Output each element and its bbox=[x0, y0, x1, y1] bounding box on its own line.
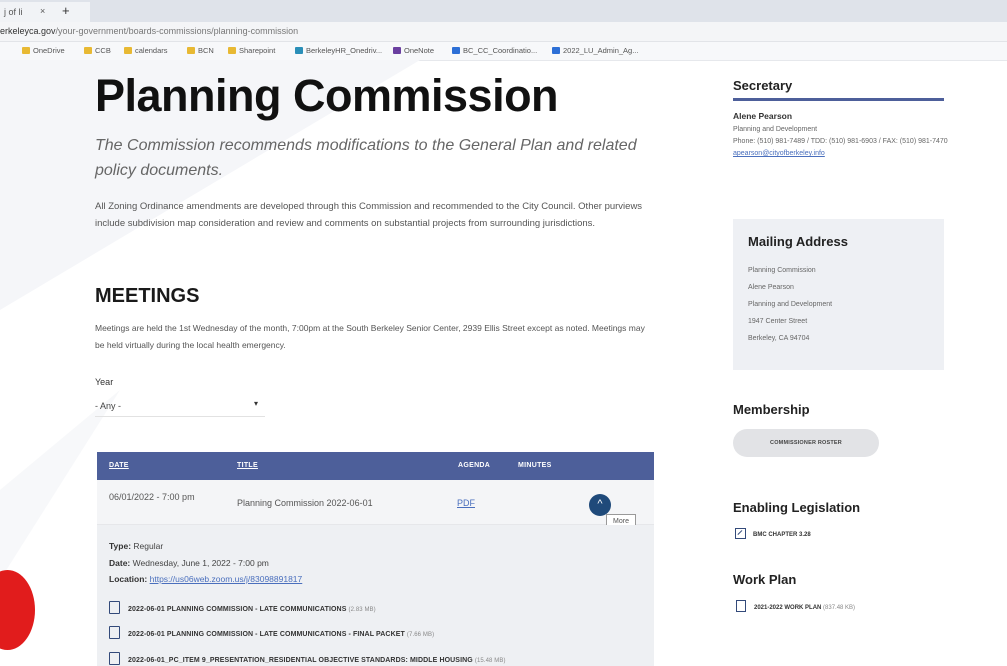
meeting-title: Planning Commission 2022-06-01 bbox=[237, 498, 373, 508]
sharepoint-icon bbox=[552, 47, 560, 54]
folder-icon bbox=[187, 47, 195, 54]
page-subtitle: The Commission recommends modifications … bbox=[95, 137, 637, 179]
zoom-link[interactable]: https://us06web.zoom.us/j/83098891817 bbox=[150, 574, 303, 584]
bookmark-onedrive[interactable]: OneDrive bbox=[22, 46, 65, 55]
external-link-icon bbox=[735, 528, 746, 539]
meetings-heading: MEETINGS bbox=[95, 285, 200, 307]
chevron-up-icon[interactable]: ^ bbox=[589, 494, 611, 516]
secretary-heading: Secretary bbox=[733, 78, 793, 93]
document-link[interactable]: 2022-06-01 PLANNING COMMISSION - LATE CO… bbox=[109, 601, 376, 614]
close-tab-icon[interactable]: × bbox=[40, 6, 45, 16]
work-plan-link[interactable]: 2021-2022 WORK PLAN (837.48 KB) bbox=[736, 600, 855, 612]
secretary-email-link[interactable]: apearson@cityofberkeley.info bbox=[733, 150, 825, 157]
column-title-header[interactable]: TITLE bbox=[237, 462, 258, 469]
new-tab-icon[interactable]: + bbox=[62, 3, 70, 18]
bookmark-calendars[interactable]: calendars bbox=[124, 46, 168, 55]
document-icon bbox=[109, 652, 120, 665]
document-link[interactable]: 2022-06-01 PLANNING COMMISSION - LATE CO… bbox=[109, 626, 434, 639]
bookmark-lu-admin[interactable]: 2022_LU_Admin_Ag... bbox=[552, 46, 638, 55]
membership-heading: Membership bbox=[733, 402, 810, 417]
bookmark-bc-cc[interactable]: BC_CC_Coordinatio... bbox=[452, 46, 537, 55]
bookmark-sharepoint[interactable]: Sharepoint bbox=[228, 46, 275, 55]
browser-tab-label: j of li bbox=[4, 7, 23, 17]
bookmark-berkeleyhr[interactable]: BerkeleyHR_Onedriv... bbox=[295, 46, 382, 55]
document-icon bbox=[109, 601, 120, 614]
bmc-chapter-link[interactable]: BMC CHAPTER 3.28 bbox=[735, 528, 811, 539]
secretary-name: Alene Pearson bbox=[733, 111, 793, 121]
meeting-type: Type: Regular bbox=[109, 541, 164, 551]
enabling-legislation-heading: Enabling Legislation bbox=[733, 500, 861, 515]
browser-tab-strip: j of li × + bbox=[0, 0, 1007, 22]
commissioner-roster-button[interactable]: COMMISSIONER ROSTER bbox=[733, 429, 879, 457]
secretary-phone: Phone: (510) 981-7489 / TDD: (510) 981-6… bbox=[733, 138, 948, 145]
secretary-dept: Planning and Development bbox=[733, 126, 818, 133]
onenote-icon bbox=[393, 47, 401, 54]
browser-tab[interactable]: j of li × + bbox=[0, 2, 90, 22]
document-icon bbox=[736, 600, 746, 612]
secretary-contact: Alene Pearson Planning and Development P… bbox=[733, 110, 948, 160]
mailing-heading: Mailing Address bbox=[748, 234, 848, 249]
year-select[interactable]: - Any - ▾ bbox=[95, 394, 265, 417]
column-date-header[interactable]: DATE bbox=[109, 462, 129, 469]
intro-paragraph: All Zoning Ordinance amendments are deve… bbox=[95, 201, 643, 229]
meetings-description: Meetings are held the 1st Wednesday of t… bbox=[95, 323, 645, 350]
meeting-location: Location: https://us06web.zoom.us/j/8309… bbox=[109, 574, 303, 584]
meeting-datetime: Date: Wednesday, June 1, 2022 - 7:00 pm bbox=[109, 558, 269, 568]
bookmark-onenote[interactable]: OneNote bbox=[393, 46, 434, 55]
bookmark-ccb[interactable]: CCB bbox=[84, 46, 111, 55]
bookmark-bcn[interactable]: BCN bbox=[187, 46, 214, 55]
mailing-address: Planning Commission Alene Pearson Planni… bbox=[748, 267, 833, 342]
bookmarks-bar: OneDrive CCB calendars BCN Sharepoint Be… bbox=[0, 42, 1007, 61]
year-select-value: - Any - bbox=[95, 401, 122, 411]
address-url[interactable]: erkeleyca.gov/your-government/boards-com… bbox=[0, 26, 298, 36]
meeting-date: 06/01/2022 - 7:00 pm bbox=[109, 492, 195, 502]
table-row: 06/01/2022 - 7:00 pm Planning Commission… bbox=[97, 480, 654, 525]
sharepoint-icon bbox=[452, 47, 460, 54]
folder-icon bbox=[22, 47, 30, 54]
meeting-detail-panel: Type: Regular Date: Wednesday, June 1, 2… bbox=[97, 525, 654, 666]
sharepoint-icon bbox=[295, 47, 303, 54]
document-icon bbox=[109, 626, 120, 639]
folder-icon bbox=[124, 47, 132, 54]
page-title: Planning Commission bbox=[95, 70, 559, 121]
meetings-table-header: DATE TITLE AGENDA MINUTES bbox=[97, 452, 654, 480]
column-agenda-header: AGENDA bbox=[458, 462, 491, 469]
agenda-pdf-link[interactable]: PDF bbox=[457, 498, 475, 508]
address-bar[interactable]: erkeleyca.gov/your-government/boards-com… bbox=[0, 22, 1007, 42]
document-link[interactable]: 2022-06-01_PC_ITEM 9_PRESENTATION_RESIDE… bbox=[109, 652, 506, 665]
chevron-down-icon: ▾ bbox=[254, 399, 259, 408]
url-path: /your-government/boards-commissions/plan… bbox=[55, 26, 299, 36]
work-plan-heading: Work Plan bbox=[733, 572, 797, 587]
folder-icon bbox=[84, 47, 92, 54]
secretary-divider bbox=[733, 98, 944, 101]
url-domain: erkeleyca.gov bbox=[0, 26, 56, 36]
folder-icon bbox=[228, 47, 236, 54]
column-minutes-header: MINUTES bbox=[518, 462, 552, 469]
year-label: Year bbox=[95, 377, 114, 387]
